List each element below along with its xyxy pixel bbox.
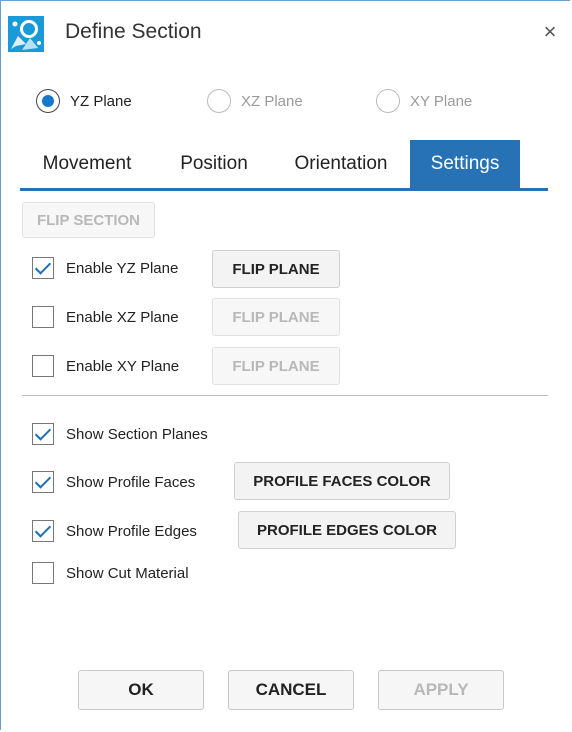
- show-cut-material-label: Show Cut Material: [66, 564, 189, 582]
- enable-xy-plane-checkbox[interactable]: [32, 355, 54, 377]
- enable-yz-plane-row: Enable YZ Plane: [32, 257, 178, 279]
- enable-xy-plane-row: Enable XY Plane: [32, 355, 179, 377]
- radio-yz-plane[interactable]: YZ Plane: [36, 89, 132, 113]
- radio-indicator[interactable]: [376, 89, 400, 113]
- enable-yz-plane-label: Enable YZ Plane: [66, 259, 179, 277]
- enable-xy-plane-label: Enable XY Plane: [66, 357, 180, 375]
- section-divider: [22, 395, 548, 396]
- radio-xz-plane[interactable]: XZ Plane: [207, 89, 303, 113]
- radio-indicator[interactable]: [36, 89, 60, 113]
- show-section-planes-checkbox[interactable]: [32, 423, 54, 445]
- tab-orientation[interactable]: Orientation: [276, 140, 406, 188]
- radio-label: XY Plane: [410, 92, 473, 110]
- enable-xz-plane-label: Enable XZ Plane: [66, 308, 179, 326]
- flip-plane-xy-button[interactable]: FLIP PLANE: [212, 347, 340, 385]
- flip-plane-yz-button[interactable]: FLIP PLANE: [212, 250, 340, 288]
- radio-indicator[interactable]: [207, 89, 231, 113]
- title-bar: Define Section ×: [0, 0, 572, 66]
- app-logo-icon: [8, 16, 44, 52]
- show-cut-material-checkbox[interactable]: [32, 562, 54, 584]
- tab-position[interactable]: Position: [164, 140, 264, 188]
- flip-plane-xz-button[interactable]: FLIP PLANE: [212, 298, 340, 336]
- tab-movement[interactable]: Movement: [20, 140, 154, 188]
- show-section-planes-label: Show Section Planes: [66, 425, 208, 443]
- close-icon[interactable]: ×: [538, 20, 562, 44]
- cancel-button[interactable]: CANCEL: [228, 670, 354, 710]
- apply-button[interactable]: APPLY: [378, 670, 504, 710]
- profile-edges-color-button[interactable]: PROFILE EDGES COLOR: [238, 511, 456, 549]
- show-profile-faces-label: Show Profile Faces: [66, 473, 196, 491]
- enable-yz-plane-checkbox[interactable]: [32, 257, 54, 279]
- tab-bar: Movement Position Orientation Settings: [20, 140, 548, 191]
- profile-faces-color-button[interactable]: PROFILE FACES COLOR: [234, 462, 450, 500]
- show-profile-edges-label: Show Profile Edges: [66, 522, 197, 540]
- enable-xz-plane-row: Enable XZ Plane: [32, 306, 179, 328]
- radio-label: YZ Plane: [70, 92, 132, 110]
- flip-section-button[interactable]: FLIP SECTION: [22, 202, 155, 238]
- show-profile-edges-checkbox[interactable]: [32, 520, 54, 542]
- radio-xy-plane[interactable]: XY Plane: [376, 89, 472, 113]
- show-profile-faces-checkbox[interactable]: [32, 471, 54, 493]
- show-profile-faces-row: Show Profile Faces: [32, 471, 195, 493]
- radio-label: XZ Plane: [241, 92, 303, 110]
- window-title: Define Section: [65, 20, 202, 43]
- ok-button[interactable]: OK: [78, 670, 204, 710]
- show-cut-material-row: Show Cut Material: [32, 562, 189, 584]
- show-profile-edges-row: Show Profile Edges: [32, 520, 197, 542]
- tab-settings[interactable]: Settings: [410, 140, 520, 188]
- enable-xz-plane-checkbox[interactable]: [32, 306, 54, 328]
- show-section-planes-row: Show Section Planes: [32, 423, 208, 445]
